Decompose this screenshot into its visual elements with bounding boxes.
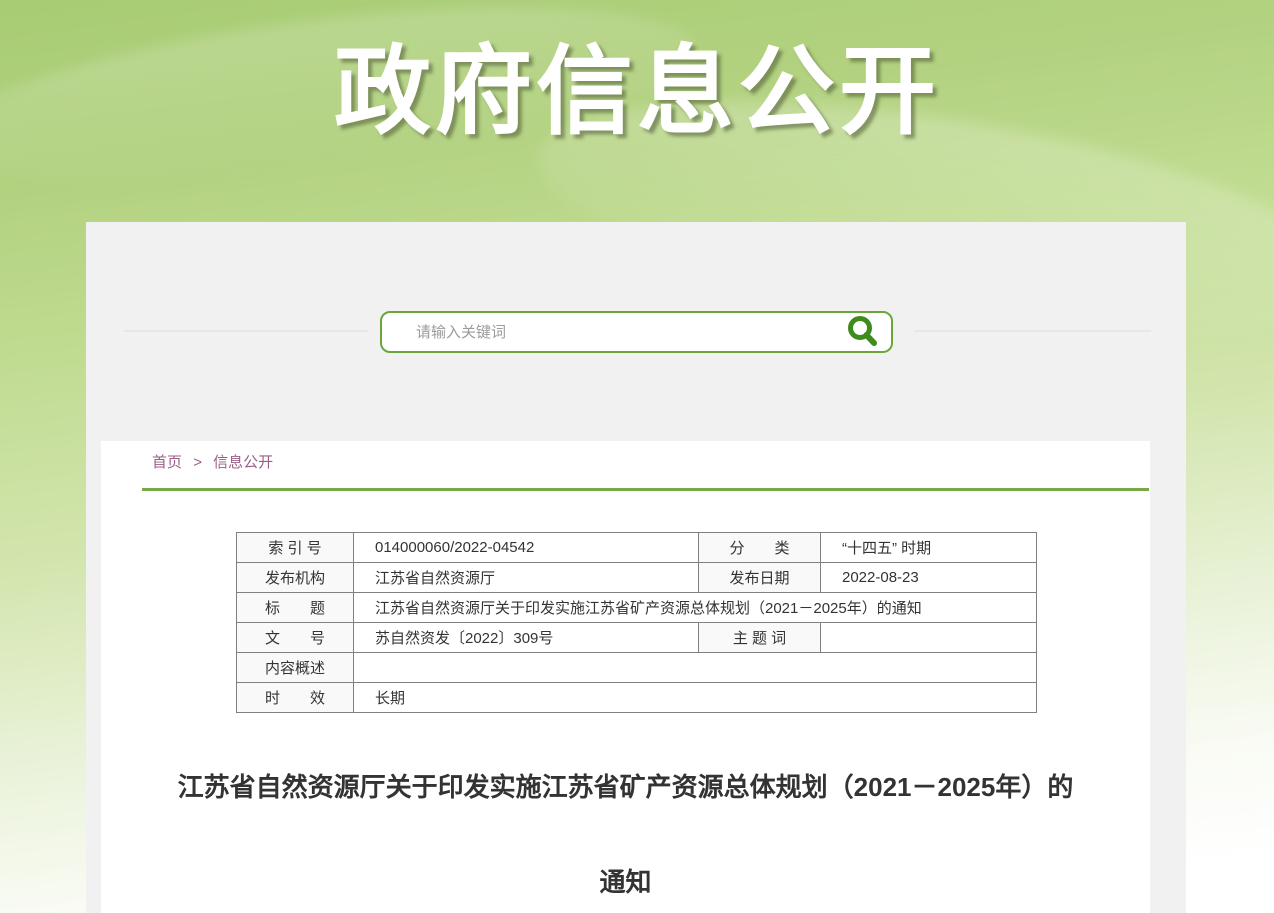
- issuing-agency-value: 江苏省自然资源厅: [354, 563, 699, 593]
- title-label: 标 题: [237, 593, 354, 623]
- subject-words-label: 主 题 词: [699, 623, 821, 653]
- article-title-line1: 江苏省自然资源厅关于印发实施江苏省矿产资源总体规划（2021－2025年）的: [101, 767, 1150, 804]
- publish-date-value: 2022-08-23: [821, 563, 1037, 593]
- category-label: 分 类: [699, 533, 821, 563]
- breadcrumb-home-link[interactable]: 首页: [152, 454, 182, 471]
- article-title: 江苏省自然资源厅关于印发实施江苏省矿产资源总体规划（2021－2025年）的 通…: [101, 718, 1150, 899]
- table-row: 标 题 江苏省自然资源厅关于印发实施江苏省矿产资源总体规划（2021－2025年…: [237, 593, 1037, 623]
- breadcrumb-current-link[interactable]: 信息公开: [213, 454, 273, 471]
- article-title-line2: 通知: [101, 862, 1150, 899]
- index-number-value: 014000060/2022-04542: [354, 533, 699, 563]
- search-button[interactable]: [835, 313, 891, 351]
- content-summary-label: 内容概述: [237, 653, 354, 683]
- divider-line: [914, 330, 1151, 332]
- table-row: 内容概述: [237, 653, 1037, 683]
- document-info-table: 索 引 号 014000060/2022-04542 分 类 “十四五” 时期 …: [236, 532, 1037, 713]
- issuing-agency-label: 发布机构: [237, 563, 354, 593]
- divider-line: [124, 330, 368, 332]
- category-value: “十四五” 时期: [821, 533, 1037, 563]
- search-box: [380, 311, 893, 353]
- subject-words-value: [821, 623, 1037, 653]
- article-panel: 首页 > 信息公开 索 引 号 014000060/2022-04542 分 类…: [101, 441, 1150, 913]
- content-summary-value: [354, 653, 1037, 683]
- title-value: 江苏省自然资源厅关于印发实施江苏省矿产资源总体规划（2021－2025年）的通知: [354, 593, 1037, 623]
- search-input[interactable]: [382, 313, 835, 351]
- validity-label: 时 效: [237, 683, 354, 713]
- search-icon: [845, 314, 881, 350]
- breadcrumb: 首页 > 信息公开: [152, 451, 273, 472]
- table-row: 发布机构 江苏省自然资源厅 发布日期 2022-08-23: [237, 563, 1037, 593]
- breadcrumb-separator: >: [193, 454, 202, 471]
- index-number-label: 索 引 号: [237, 533, 354, 563]
- table-row: 索 引 号 014000060/2022-04542 分 类 “十四五” 时期: [237, 533, 1037, 563]
- breadcrumb-underline: [142, 488, 1149, 491]
- publish-date-label: 发布日期: [699, 563, 821, 593]
- doc-number-label: 文 号: [237, 623, 354, 653]
- doc-number-value: 苏自然资发〔2022〕309号: [354, 623, 699, 653]
- table-row: 文 号 苏自然资发〔2022〕309号 主 题 词: [237, 623, 1037, 653]
- page-banner-title: 政府信息公开: [0, 12, 1274, 153]
- content-panel: 首页 > 信息公开 索 引 号 014000060/2022-04542 分 类…: [86, 222, 1186, 913]
- table-row: 时 效 长期: [237, 683, 1037, 713]
- validity-value: 长期: [354, 683, 1037, 713]
